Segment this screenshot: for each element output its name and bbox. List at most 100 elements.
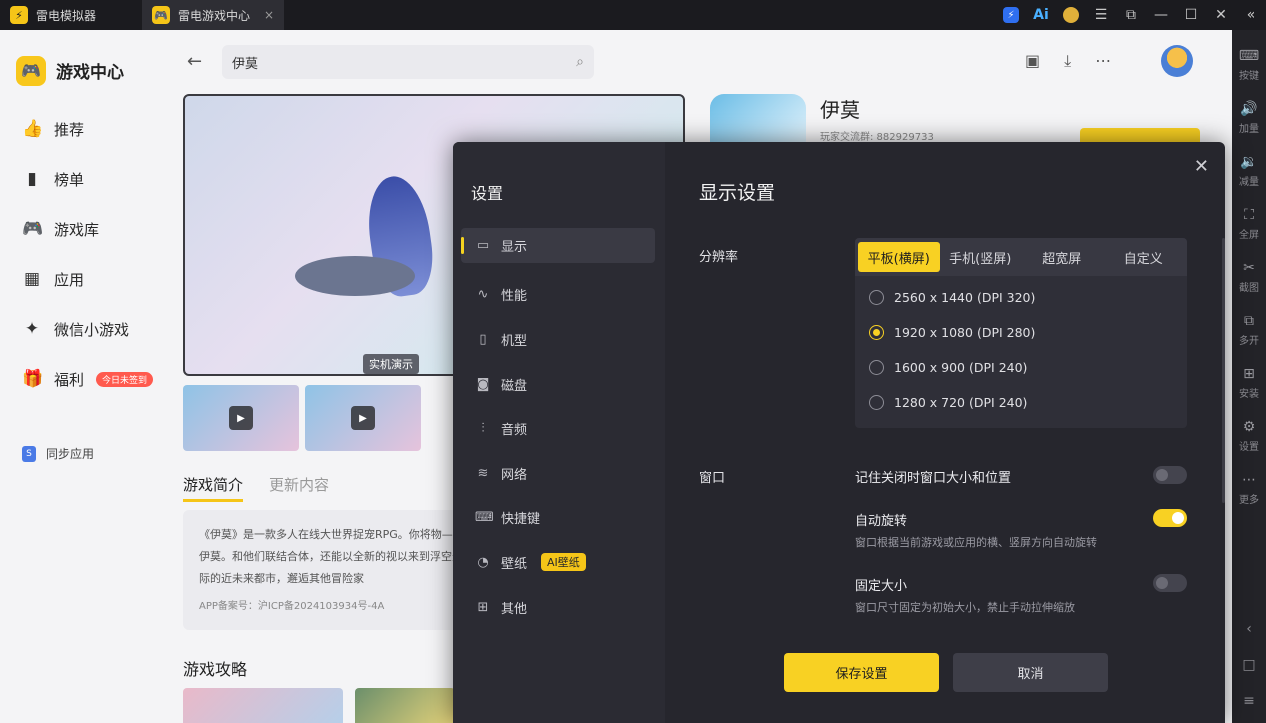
- toolbar-volume-down[interactable]: 🔉 减量: [1232, 144, 1266, 197]
- back-nav-icon[interactable]: ‹: [1246, 621, 1252, 637]
- menu-item-model[interactable]: ▯ 机型: [461, 317, 655, 362]
- calendar-icon[interactable]: ▣: [1025, 51, 1040, 71]
- sync-icon: S: [22, 445, 36, 462]
- radio-button[interactable]: [869, 395, 884, 410]
- sync-apps-link[interactable]: S 同步应用: [22, 445, 94, 462]
- coin-icon[interactable]: [1056, 0, 1086, 30]
- restore-window-icon[interactable]: ⧉: [1116, 0, 1146, 30]
- resolution-option[interactable]: 1280 x 720 (DPI 240): [869, 395, 1027, 410]
- resolution-option[interactable]: 1600 x 900 (DPI 240): [869, 360, 1027, 375]
- auto-rotate-desc: 窗口根据当前游戏或应用的横、竖屏方向自动旋转: [855, 536, 1097, 549]
- monitor-icon: ▭: [476, 238, 490, 253]
- fixed-size-toggle[interactable]: [1153, 574, 1187, 592]
- thumbs-up-icon: 👍: [22, 119, 44, 139]
- tab-tablet-landscape[interactable]: 平板(横屏): [858, 242, 940, 272]
- toolbar-volume-up[interactable]: 🔊 加量: [1232, 91, 1266, 144]
- radio-button[interactable]: [869, 290, 884, 305]
- toolbar-fullscreen[interactable]: ⛶ 全屏: [1232, 197, 1266, 250]
- close-tab-icon[interactable]: ×: [264, 8, 274, 22]
- menu-icon[interactable]: ☰: [1086, 0, 1116, 30]
- toolbar-install[interactable]: ⊞ 安装: [1232, 356, 1266, 409]
- menu-item-shortcuts[interactable]: ⌨ 快捷键: [461, 496, 655, 541]
- home-nav-icon[interactable]: □: [1242, 657, 1255, 673]
- resolution-panel: 平板(横屏) 手机(竖屏) 超宽屏 自定义 2560 x 1440 (DPI 3…: [855, 238, 1187, 428]
- sidebar-item-apps[interactable]: ▦ 应用: [0, 254, 165, 304]
- gear-icon: ⚙: [1242, 418, 1256, 435]
- sidebar-item-ranking[interactable]: ▮ 榜单: [0, 154, 165, 204]
- download-icon[interactable]: ⤓: [1064, 51, 1071, 71]
- menu-item-audio[interactable]: ⫶ 音频: [461, 406, 655, 451]
- search-icon[interactable]: ⌕: [576, 54, 584, 70]
- icp-text: APP备案号：沪ICP备2024103934号-4A: [199, 601, 385, 612]
- toolbar-keymap[interactable]: ⌨ 按键: [1232, 38, 1266, 91]
- multi-instance-icon: ⧉: [1244, 312, 1254, 329]
- remember-window-toggle[interactable]: [1153, 466, 1187, 484]
- sidebar-item-library[interactable]: 🎮 游戏库: [0, 204, 165, 254]
- toolbar-settings[interactable]: ⚙ 设置: [1232, 409, 1266, 462]
- ai-button[interactable]: Ai: [1026, 0, 1056, 30]
- game-intro: 《伊莫》是一款多人在线大世界捉宠RPG。你将物——伊莫。和他们联结合体，还能以全…: [183, 510, 483, 630]
- wifi-icon: ≋: [477, 465, 489, 481]
- auto-rotate-toggle[interactable]: [1153, 509, 1187, 527]
- more-icon: ⋯: [1242, 471, 1256, 488]
- menu-item-other[interactable]: ⊞ 其他: [461, 585, 655, 630]
- more-options-icon[interactable]: ⋯: [1095, 51, 1111, 71]
- tab-intro[interactable]: 游戏简介: [183, 474, 244, 502]
- toolbar-screenshot[interactable]: ✂ 截图: [1232, 250, 1266, 303]
- video-thumbnail[interactable]: ▶: [305, 385, 421, 451]
- close-icon[interactable]: ✕: [1206, 0, 1236, 30]
- search-input[interactable]: 伊莫 ⌕: [222, 45, 594, 79]
- scissors-icon: ✂: [1243, 259, 1255, 276]
- ai-wallpaper-tag: AI壁纸: [541, 553, 586, 572]
- tab-custom[interactable]: 自定义: [1103, 242, 1185, 272]
- scrollbar[interactable]: [1222, 238, 1225, 503]
- resolution-label: 分辨率: [699, 250, 739, 265]
- collapse-toolbar-icon[interactable]: «: [1236, 0, 1266, 30]
- settings-content: ✕ 显示设置 分辨率 平板(横屏) 手机(竖屏) 超宽屏 自定义 2560 x …: [665, 142, 1225, 723]
- close-icon[interactable]: ✕: [1194, 156, 1209, 177]
- sidebar-item-wechat-games[interactable]: ✦ 微信小游戏: [0, 304, 165, 354]
- sidebar-item-welfare[interactable]: 🎁 福利 今日未签到: [0, 354, 165, 404]
- menu-item-performance[interactable]: ∿ 性能: [461, 273, 655, 318]
- menu-item-network[interactable]: ≋ 网络: [461, 451, 655, 496]
- sidebar: 🎮 游戏中心 👍 推荐 ▮ 榜单 🎮 游戏库 ▦ 应用 ✦ 微信小游戏 🎁 福利 今日未签到 …: [0, 30, 165, 723]
- tab-label: 雷电游戏中心: [178, 8, 251, 23]
- tab-emulator[interactable]: ⚡ 雷电模拟器: [0, 0, 142, 30]
- window-label: 窗口: [699, 471, 726, 486]
- guide-card[interactable]: [183, 688, 343, 723]
- player-group[interactable]: 玩家交流群: 882929733: [820, 128, 934, 143]
- save-button[interactable]: 保存设置: [784, 653, 939, 692]
- gamepad-icon: 🎮: [16, 55, 46, 86]
- resolution-option[interactable]: 2560 x 1440 (DPI 320): [869, 290, 1035, 305]
- sidebar-item-recommend[interactable]: 👍 推荐: [0, 104, 165, 154]
- resolution-option[interactable]: 1920 x 1080 (DPI 280): [869, 325, 1035, 340]
- phone-icon: ▯: [479, 331, 487, 347]
- screenshot-thumbnails: ▶ ▶: [183, 385, 421, 451]
- tab-ultrawide[interactable]: 超宽屏: [1021, 242, 1103, 272]
- minimize-icon[interactable]: —: [1146, 0, 1176, 30]
- toolbar-multi-instance[interactable]: ⧉ 多开: [1232, 303, 1266, 356]
- toolbar-more[interactable]: ⋯ 更多: [1232, 462, 1266, 515]
- tab-game-center[interactable]: 🎮 雷电游戏中心 ×: [142, 0, 284, 30]
- resolution-mode-tabs: 平板(横屏) 手机(竖屏) 超宽屏 自定义: [855, 238, 1187, 276]
- app-name: 伊莫: [820, 98, 860, 122]
- radio-button-selected[interactable]: [869, 325, 884, 340]
- radio-button[interactable]: [869, 360, 884, 375]
- bar-chart-icon: ▮: [27, 169, 37, 189]
- tab-phone-portrait[interactable]: 手机(竖屏): [940, 242, 1022, 272]
- performance-icon: ∿: [477, 287, 489, 303]
- maximize-icon[interactable]: ☐: [1176, 0, 1206, 30]
- guide-thumbnails: [183, 688, 455, 723]
- menu-item-wallpaper[interactable]: ◔ 壁纸 AI壁纸: [461, 540, 655, 585]
- boost-icon[interactable]: ⚡: [996, 0, 1026, 30]
- avatar[interactable]: [1161, 45, 1193, 77]
- menu-item-disk[interactable]: ◙ 磁盘: [461, 362, 655, 407]
- cancel-button[interactable]: 取消: [953, 653, 1108, 692]
- auto-rotate-title: 自动旋转: [855, 514, 908, 529]
- guide-card[interactable]: [355, 688, 455, 723]
- tab-updates[interactable]: 更新内容: [269, 474, 329, 502]
- recents-nav-icon[interactable]: ≡: [1243, 693, 1255, 709]
- back-arrow-icon[interactable]: ←: [187, 51, 202, 72]
- video-thumbnail[interactable]: ▶: [183, 385, 299, 451]
- menu-item-display[interactable]: ▭ 显示: [461, 228, 655, 263]
